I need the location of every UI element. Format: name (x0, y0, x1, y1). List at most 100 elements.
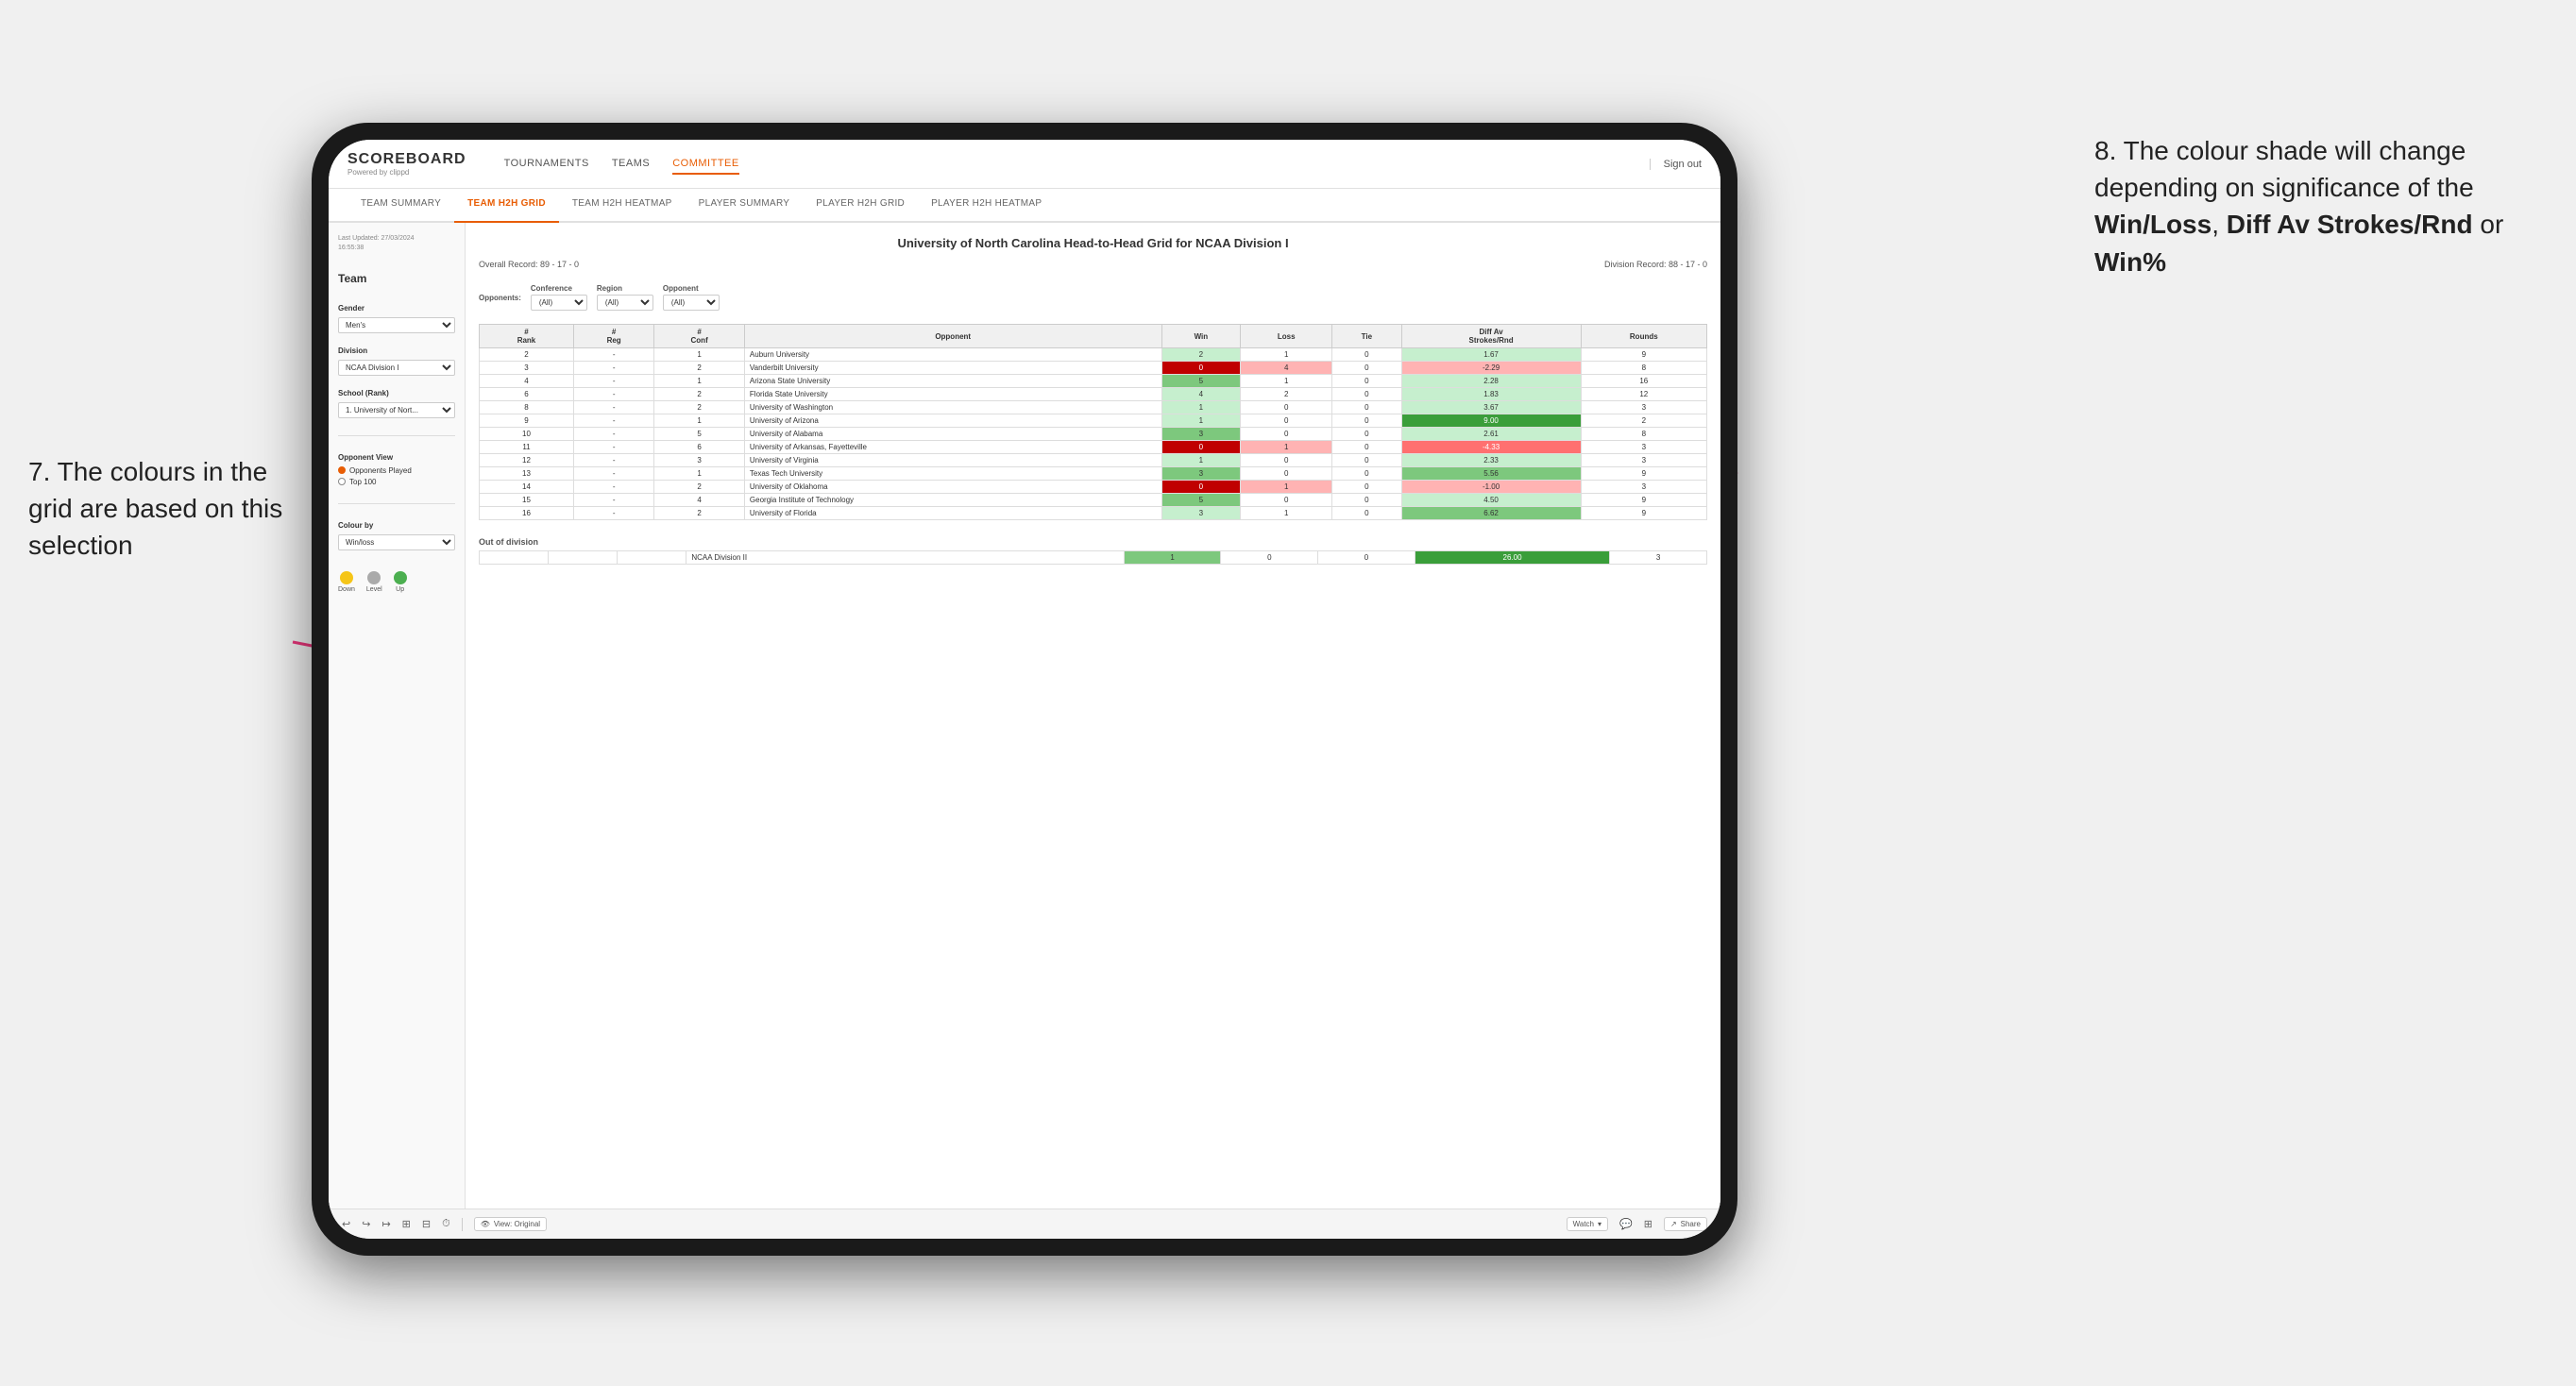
out-of-division: Out of division NCAA Division II10026.00… (479, 537, 1707, 565)
cell-8: 9 (1581, 494, 1706, 507)
division-section: Division NCAA Division I (338, 346, 455, 376)
conference-select[interactable]: (All) (531, 295, 587, 311)
cell-0: 13 (480, 467, 574, 481)
cell-6: 0 (1332, 507, 1401, 520)
subnav-team-h2h-grid[interactable]: TEAM H2H GRID (454, 189, 559, 223)
cell-2: 1 (654, 467, 745, 481)
nav-committee[interactable]: COMMITTEE (672, 154, 739, 175)
opponent-label: Opponent (663, 284, 720, 293)
colour-by-section: Colour by Win/loss Diff Av Strokes/Rnd W… (338, 521, 455, 550)
share-icon: ↗ (1670, 1220, 1677, 1228)
watch-button[interactable]: Watch ▾ (1567, 1217, 1608, 1231)
share-label: Share (1681, 1220, 1701, 1228)
subnav-player-summary[interactable]: PLAYER SUMMARY (686, 189, 804, 221)
cell-1: - (573, 454, 653, 467)
redo-icon[interactable]: ↪ (362, 1218, 370, 1230)
subnav-player-h2h-grid[interactable]: PLAYER H2H GRID (803, 189, 918, 221)
subnav-team-summary[interactable]: TEAM SUMMARY (347, 189, 454, 221)
cell-5: 1 (1241, 375, 1332, 388)
opponent-select[interactable]: (All) (663, 295, 720, 311)
cell-5: 1 (1241, 507, 1332, 520)
layout-icon[interactable]: ⊞ (1644, 1218, 1652, 1230)
undo-icon[interactable]: ↩ (342, 1218, 350, 1230)
th-rounds: Rounds (1581, 325, 1706, 348)
cell-0: 4 (480, 375, 574, 388)
logo-sub: Powered by clippd (347, 168, 466, 177)
cell-6: 0 (1332, 348, 1401, 362)
cell-2: 2 (654, 362, 745, 375)
cell-5: 4 (1241, 362, 1332, 375)
cell-8: 12 (1581, 388, 1706, 401)
legend-row: Down Level Up (338, 571, 455, 593)
cell-5: 2 (1241, 388, 1332, 401)
cell-1: - (573, 494, 653, 507)
clock-icon[interactable]: ⏱ (442, 1218, 450, 1230)
th-loss: Loss (1241, 325, 1332, 348)
share-button[interactable]: ↗ Share (1664, 1217, 1707, 1231)
th-reg: #Reg (573, 325, 653, 348)
copy-icon[interactable]: ⊞ (402, 1218, 411, 1230)
cell-5: 0 (1241, 494, 1332, 507)
cell-3: University of Virginia (744, 454, 1161, 467)
cell-1: - (573, 414, 653, 428)
cell-7: 1.83 (1401, 388, 1581, 401)
cell-1: - (573, 362, 653, 375)
cell-1: - (573, 348, 653, 362)
cell-2: 1 (654, 375, 745, 388)
out-of-division-row: NCAA Division II10026.003 (480, 551, 1707, 565)
sign-out-button[interactable]: Sign out (1650, 159, 1702, 170)
cell-4: 5 (1161, 494, 1241, 507)
tablet-device: SCOREBOARD Powered by clippd TOURNAMENTS… (312, 123, 1737, 1256)
forward-icon[interactable]: ↦ (381, 1218, 390, 1230)
cell-6: 0 (1332, 362, 1401, 375)
cell-2: 3 (654, 454, 745, 467)
subnav-team-h2h-heatmap[interactable]: TEAM H2H HEATMAP (559, 189, 686, 221)
cell-3: Georgia Institute of Technology (744, 494, 1161, 507)
cell-8: 16 (1581, 375, 1706, 388)
radio-top100[interactable]: Top 100 (338, 478, 455, 486)
sidebar-divider2 (338, 503, 455, 504)
annotation-bold2: Diff Av Strokes/Rnd (2227, 210, 2473, 239)
view-original-button[interactable]: 👁 View: Original (474, 1217, 547, 1231)
division-select[interactable]: NCAA Division I (338, 360, 455, 376)
opponent-view-label: Opponent View (338, 453, 455, 462)
cell-4: 5 (1161, 375, 1241, 388)
filter-opponents-group: Opponents: (479, 294, 521, 302)
annotation-right-prefix: 8. The colour shade will change dependin… (2094, 136, 2474, 202)
annotation-right: 8. The colour shade will change dependin… (2094, 132, 2548, 280)
cell-2: 2 (654, 401, 745, 414)
od-cell-7: 26.00 (1415, 551, 1609, 565)
h2h-table: #Rank #Reg #Conf Opponent Win Loss Tie D… (479, 324, 1707, 520)
cell-4: 0 (1161, 481, 1241, 494)
team-section: Team (338, 272, 455, 291)
th-opponent: Opponent (744, 325, 1161, 348)
od-cell-1 (549, 551, 618, 565)
team-label: Team (338, 272, 455, 285)
legend-up: Up (394, 571, 407, 593)
comment-icon[interactable]: 💬 (1619, 1218, 1633, 1230)
region-select[interactable]: (All) (597, 295, 653, 311)
school-select[interactable]: 1. University of Nort... (338, 402, 455, 418)
logo-area: SCOREBOARD Powered by clippd (347, 151, 466, 177)
cell-1: - (573, 428, 653, 441)
colour-by-select[interactable]: Win/loss Diff Av Strokes/Rnd Win% (338, 534, 455, 550)
cell-4: 3 (1161, 507, 1241, 520)
cell-6: 0 (1332, 428, 1401, 441)
cell-7: -2.29 (1401, 362, 1581, 375)
colour-by-label: Colour by (338, 521, 455, 530)
cell-0: 14 (480, 481, 574, 494)
cell-7: 1.67 (1401, 348, 1581, 362)
bottom-toolbar: ↩ ↪ ↦ ⊞ ⊟ ⏱ 👁 View: Original Watch ▾ 💬 ⊞… (329, 1209, 1720, 1239)
gender-select[interactable]: Men's (338, 317, 455, 333)
division-record: Division Record: 88 - 17 - 0 (1604, 260, 1707, 269)
grid-icon[interactable]: ⊟ (422, 1218, 431, 1230)
th-diff: Diff AvStrokes/Rnd (1401, 325, 1581, 348)
cell-1: - (573, 401, 653, 414)
nav-tournaments[interactable]: TOURNAMENTS (504, 154, 589, 175)
cell-3: Vanderbilt University (744, 362, 1161, 375)
radio-opponents-played[interactable]: Opponents Played (338, 466, 455, 475)
subnav-player-h2h-heatmap[interactable]: PLAYER H2H HEATMAP (918, 189, 1055, 221)
cell-2: 2 (654, 481, 745, 494)
table-row: 13-1Texas Tech University3005.569 (480, 467, 1707, 481)
nav-teams[interactable]: TEAMS (612, 154, 650, 175)
